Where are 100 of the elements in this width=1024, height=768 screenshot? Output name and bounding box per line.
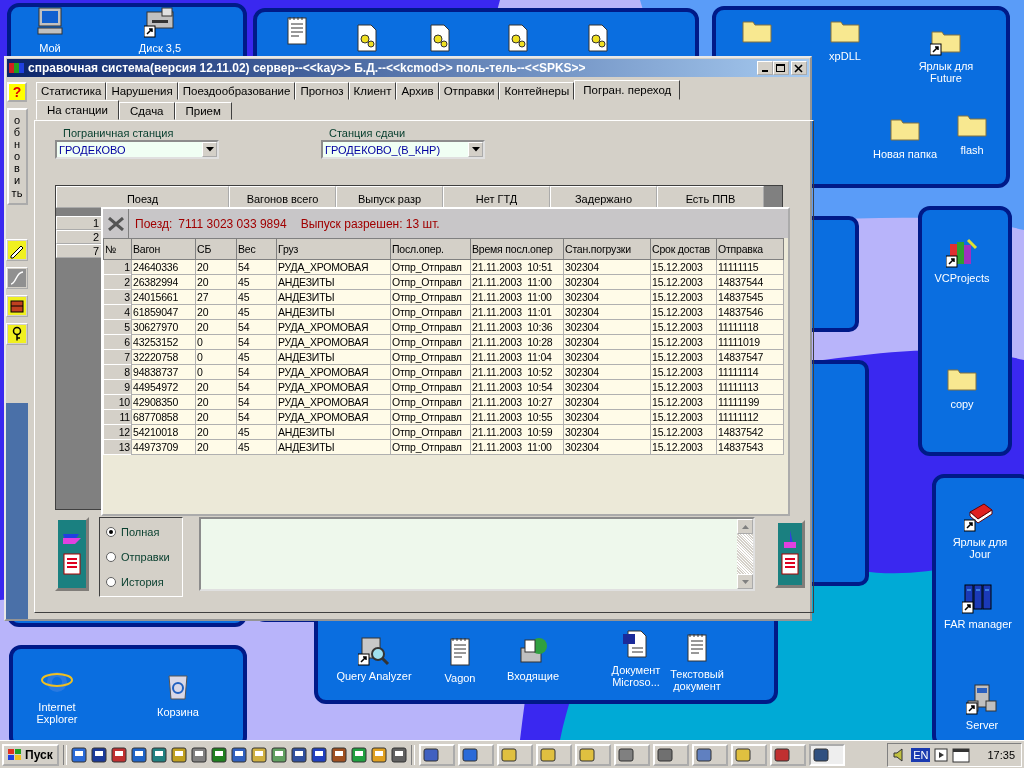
desktop-icon-label[interactable]: Query Analyzer — [336, 670, 412, 682]
report-button[interactable] — [55, 517, 89, 591]
desktop-icon-label[interactable]: Server — [965, 719, 999, 731]
cabinet-icon[interactable] — [6, 294, 28, 317]
tab[interactable]: Погран. переход — [574, 80, 681, 100]
tab[interactable]: Статистика — [36, 82, 107, 100]
tab[interactable]: Архив — [396, 82, 439, 100]
curve-icon[interactable] — [6, 266, 28, 289]
app-icon — [9, 61, 25, 75]
desktop-icon-label[interactable]: Internet Explorer — [19, 701, 95, 725]
close-button[interactable] — [791, 61, 807, 75]
pencil-icon[interactable] — [6, 238, 28, 261]
app-icon[interactable] — [190, 746, 207, 763]
desktop-icon-label[interactable]: Ярлык для Future — [908, 60, 984, 84]
tab[interactable]: На станции — [36, 100, 119, 120]
radio-option[interactable]: История — [106, 575, 176, 588]
app-icon[interactable] — [350, 746, 367, 763]
minimize-button[interactable] — [757, 61, 773, 75]
scrollbar[interactable] — [737, 519, 753, 589]
app-icon — [500, 746, 517, 763]
station-dropdown[interactable]: ГРОДЕКОВО — [55, 140, 219, 159]
column-header: Посл.опер. — [390, 238, 471, 260]
app-icon[interactable] — [170, 746, 187, 763]
maximize-button[interactable] — [773, 61, 789, 75]
app-icon[interactable] — [130, 746, 147, 763]
radio-option[interactable]: Отправки — [106, 551, 176, 563]
radio-button[interactable] — [106, 527, 116, 538]
drive-icon[interactable] — [144, 6, 176, 38]
desktop-icon-label[interactable]: flash — [960, 144, 984, 156]
server-icon[interactable] — [966, 683, 998, 715]
taskbar-button[interactable] — [418, 743, 455, 766]
taskbar-button[interactable] — [691, 743, 728, 766]
row-number: 2 — [56, 230, 102, 244]
app-icon — [734, 746, 751, 763]
desktop-icon-label[interactable]: Диск 3,5 — [138, 42, 182, 54]
desktop-icon-label[interactable]: copy — [950, 398, 974, 410]
print-button[interactable] — [775, 520, 805, 588]
station-dropdown[interactable]: ГРОДЕКОВО_(В_КНР) — [321, 140, 485, 159]
app-icon[interactable] — [330, 746, 347, 763]
text-area[interactable] — [199, 517, 755, 591]
app-icon[interactable] — [230, 746, 247, 763]
key-icon[interactable] — [6, 322, 28, 345]
desktop-icon-label[interactable]: FAR manager — [944, 618, 1012, 630]
desktop-icon-label[interactable]: Текстовый документ — [659, 668, 735, 692]
computer-icon[interactable] — [34, 6, 66, 38]
taskbar-button[interactable] — [652, 743, 689, 766]
field-label: Пограничная станция — [62, 127, 175, 139]
train-label: Поезд: — [135, 216, 173, 231]
radio-option[interactable]: Полная — [106, 526, 176, 539]
taskbar-button[interactable] — [613, 743, 650, 766]
app-icon[interactable] — [310, 746, 327, 763]
refresh-button[interactable]: обновить — [6, 108, 28, 205]
taskbar-button[interactable] — [457, 743, 494, 766]
app-icon[interactable] — [150, 746, 167, 763]
taskbar-button[interactable] — [769, 743, 806, 766]
app-icon[interactable] — [390, 746, 407, 763]
help-button[interactable]: ? — [7, 82, 27, 102]
column-header: Время посл.опер — [470, 238, 564, 260]
desktop-icon-label[interactable]: Новая папка — [872, 148, 938, 160]
desktop-icon-label[interactable]: xpDLL — [829, 50, 861, 62]
rack-icon[interactable] — [962, 582, 994, 614]
radio-button[interactable] — [106, 552, 116, 562]
column-header: Задержано — [550, 186, 657, 208]
desktop-icon-label[interactable]: Ярлык для Jour — [942, 536, 1018, 560]
desktop-icon-label[interactable]: Корзина — [157, 706, 199, 718]
column-header: Отправка — [716, 238, 784, 260]
desktop-icon-label[interactable]: VCProjects — [934, 272, 990, 284]
tab[interactable]: Нарушения — [106, 82, 178, 100]
desktop-icon-label[interactable]: Входящие — [506, 670, 560, 682]
app-icon[interactable] — [210, 746, 227, 763]
tab[interactable]: Контейнеры — [499, 82, 575, 100]
language-indicator[interactable]: EN — [911, 747, 931, 762]
app-icon — [617, 746, 634, 763]
app-icon[interactable] — [110, 746, 127, 763]
scroll-up-icon[interactable] — [741, 524, 749, 529]
tab[interactable]: Прогноз — [295, 82, 349, 100]
radio-button[interactable] — [106, 576, 116, 587]
query-icon[interactable] — [358, 634, 390, 666]
desktop-icon-label[interactable]: Мой — [39, 42, 61, 54]
taskbar-button[interactable] — [808, 743, 845, 766]
app-icon — [812, 746, 829, 763]
window-title: справочная система(версия 12.11.02) сервер--<<kay>> Б.Д.--<<kcmod>> поль-тель--<<SPKS>> — [28, 61, 586, 75]
desktop-icon-label[interactable]: Vagon — [444, 672, 476, 684]
app-icon[interactable] — [270, 746, 287, 763]
column-header: № — [103, 238, 132, 260]
tab[interactable]: Клиент — [348, 82, 397, 100]
app-icon[interactable] — [90, 746, 107, 763]
app-icon[interactable] — [370, 746, 387, 763]
start-button[interactable]: Пуск — [2, 743, 59, 766]
app-icon — [695, 746, 712, 763]
calendar-icon[interactable] — [952, 746, 971, 763]
app-icon[interactable] — [70, 746, 87, 763]
app-icon[interactable] — [933, 746, 950, 763]
app-icon[interactable] — [250, 746, 267, 763]
tab[interactable]: Сдача — [118, 102, 175, 120]
windows-flag-icon — [8, 748, 22, 761]
tab[interactable]: Поездообразование — [177, 82, 296, 100]
app-icon[interactable] — [290, 746, 307, 763]
tab[interactable]: Отправки — [438, 82, 500, 100]
tab[interactable]: Прием — [174, 102, 232, 120]
